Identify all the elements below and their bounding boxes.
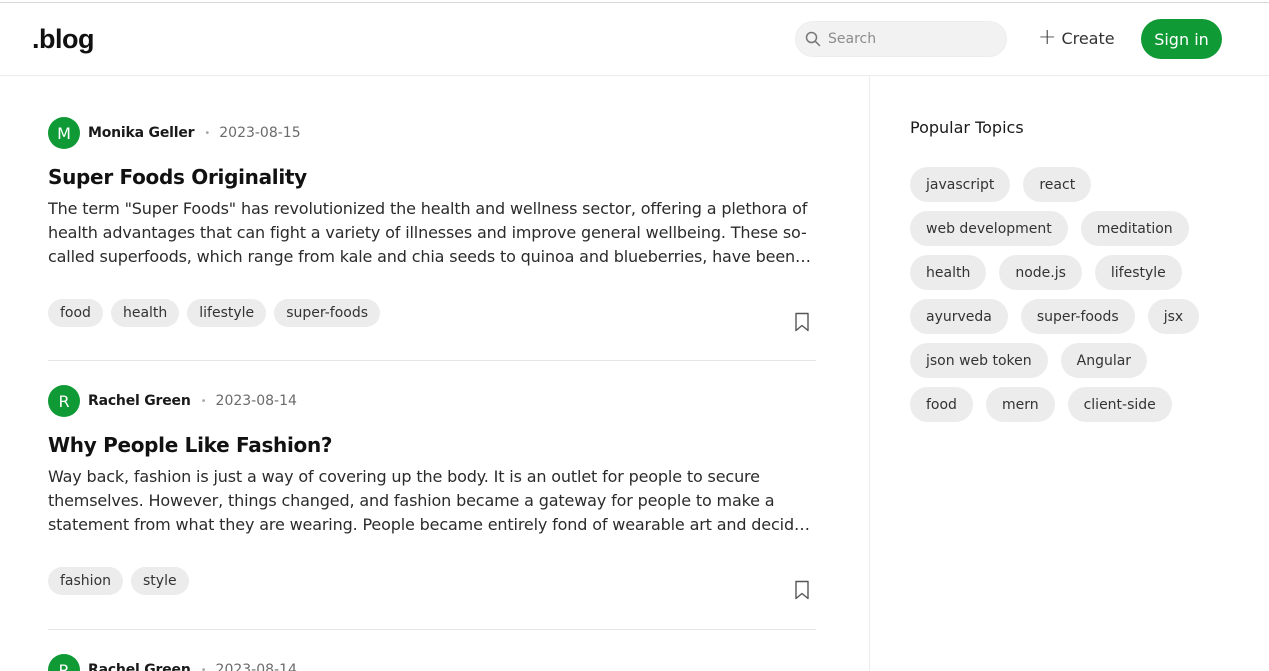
topic-chip[interactable]: health — [910, 255, 987, 290]
post-excerpt[interactable]: Way back, fashion is just a way of cover… — [48, 465, 816, 537]
tag-chip[interactable]: super-foods — [274, 299, 381, 327]
author-name[interactable]: Rachel Green — [88, 393, 191, 409]
post-date: 2023-08-14 — [215, 662, 297, 671]
tag-chip[interactable]: food — [48, 299, 103, 327]
separator-dot: • — [200, 395, 207, 407]
separator-dot: • — [200, 664, 207, 671]
post-meta: M Monika Geller • 2023-08-15 — [48, 117, 816, 149]
bookmark-icon[interactable] — [794, 580, 810, 600]
post-title[interactable]: Super Foods Originality — [48, 163, 816, 191]
separator-dot: • — [204, 127, 211, 139]
topic-chip[interactable]: food — [910, 387, 973, 422]
post-card: M Monika Geller • 2023-08-15 Super Foods… — [48, 76, 816, 361]
post-title[interactable]: Why People Like Fashion? — [48, 431, 816, 459]
author-name[interactable]: Monika Geller — [88, 125, 195, 141]
post-meta: R Rachel Green • 2023-08-14 — [48, 654, 816, 671]
topic-chip[interactable]: client-side — [1067, 387, 1172, 422]
topic-chip[interactable]: mern — [985, 387, 1055, 422]
search-box[interactable] — [795, 21, 1007, 57]
topic-chip[interactable]: node.js — [999, 255, 1082, 290]
avatar[interactable]: R — [48, 654, 80, 671]
topic-chip[interactable]: lifestyle — [1094, 255, 1182, 290]
site-logo[interactable]: .blog — [32, 24, 94, 55]
post-card: R Rachel Green • 2023-08-14 Why People L… — [48, 361, 816, 630]
avatar[interactable]: M — [48, 117, 80, 149]
topic-chip[interactable]: jsx — [1147, 299, 1200, 334]
top-navbar: .blog + Create Sign in — [0, 3, 1269, 76]
search-input[interactable] — [828, 31, 988, 47]
create-button[interactable]: + Create — [1038, 27, 1115, 49]
plus-icon: + — [1038, 25, 1057, 50]
tag-chip[interactable]: style — [131, 567, 189, 595]
topic-list: javascript react web development meditat… — [910, 167, 1200, 422]
topic-chip[interactable]: super-foods — [1020, 299, 1135, 334]
column-divider — [869, 76, 870, 671]
post-meta: R Rachel Green • 2023-08-14 — [48, 385, 816, 417]
topic-chip[interactable]: react — [1023, 167, 1092, 202]
topic-chip[interactable]: ayurveda — [910, 299, 1008, 334]
post-feed: M Monika Geller • 2023-08-15 Super Foods… — [48, 76, 816, 671]
author-name[interactable]: Rachel Green — [88, 662, 191, 671]
popular-topics-panel: Popular Topics javascript react web deve… — [910, 118, 1210, 422]
tag-chip[interactable]: health — [110, 299, 180, 327]
topic-chip[interactable]: meditation — [1080, 211, 1189, 246]
bookmark-icon[interactable] — [794, 312, 810, 332]
post-date: 2023-08-15 — [219, 125, 301, 141]
topic-chip[interactable]: json web token — [910, 343, 1048, 378]
sign-in-button[interactable]: Sign in — [1141, 19, 1222, 59]
post-tags: food health lifestyle super-foods — [48, 299, 816, 327]
avatar[interactable]: R — [48, 385, 80, 417]
post-date: 2023-08-14 — [215, 393, 297, 409]
post-excerpt[interactable]: The term "Super Foods" has revolutionize… — [48, 197, 816, 269]
create-label: Create — [1061, 28, 1115, 48]
post-card: R Rachel Green • 2023-08-14 — [48, 630, 816, 671]
sidebar-title: Popular Topics — [910, 118, 1024, 137]
topic-chip[interactable]: javascript — [910, 167, 1011, 202]
topic-chip[interactable]: Angular — [1060, 343, 1148, 378]
tag-chip[interactable]: lifestyle — [187, 299, 267, 327]
topic-chip[interactable]: web development — [910, 211, 1068, 246]
post-tags: fashion style — [48, 567, 816, 595]
tag-chip[interactable]: fashion — [48, 567, 124, 595]
search-icon — [805, 31, 821, 47]
